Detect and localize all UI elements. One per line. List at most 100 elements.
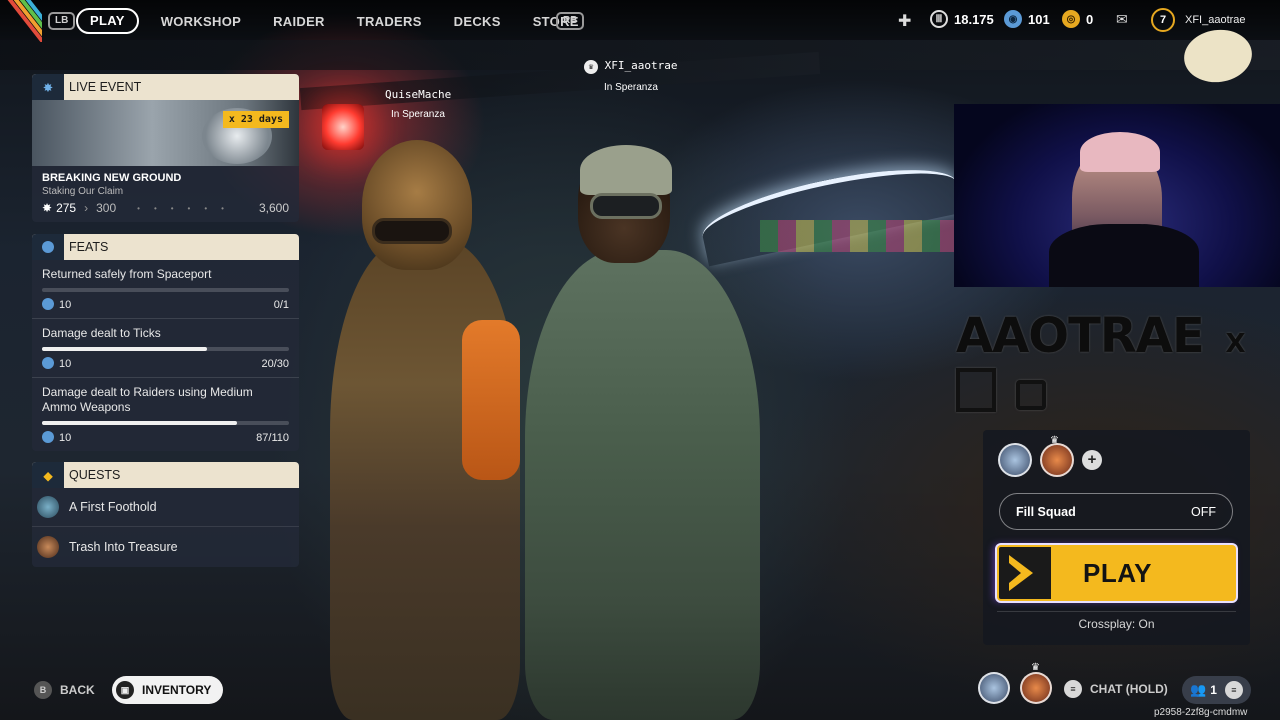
player-2-name: XFI_aaotrae xyxy=(604,59,678,72)
event-progress-next: 300 xyxy=(96,201,117,215)
reward-coin-icon xyxy=(42,431,54,443)
inventory-glyph-icon: ▣ xyxy=(116,681,134,699)
main-nav: PLAY WORKSHOP RAIDER TRADERS DECKS STORE xyxy=(76,8,579,34)
quest-item[interactable]: Trash Into Treasure xyxy=(32,527,299,566)
credits-icon: ◎ xyxy=(1062,10,1080,28)
squad-leader-avatar[interactable] xyxy=(1040,443,1074,477)
quests-header: ◆ QUESTS xyxy=(32,462,299,488)
squad-play-panel: ♛ + Fill Squad OFF PLAY Crossplay: On xyxy=(983,430,1250,645)
play-arrow-icon xyxy=(999,547,1051,599)
reward-coin-icon xyxy=(42,357,54,369)
party-button[interactable]: 👥 1 ≡ xyxy=(1182,676,1251,704)
crossplay-status: Crossplay: On xyxy=(1078,617,1155,631)
chat-button[interactable]: ≡ CHAT (HOLD) xyxy=(1064,680,1168,698)
feat-reward: 10 xyxy=(59,432,72,444)
quest-title: A First Foothold xyxy=(69,500,157,514)
currency-tokens: ◉ 101 xyxy=(1004,10,1050,28)
feat-progress-bar xyxy=(42,288,289,292)
player-2-location: In Speranza xyxy=(604,82,658,93)
days-remaining-badge: x 23 days xyxy=(222,111,289,128)
tab-traders[interactable]: TRADERS xyxy=(357,14,422,29)
live-event-panel[interactable]: ✸ LIVE EVENT x 23 days BREAKING NEW GROU… xyxy=(32,74,299,222)
menu-glyph-icon: ≡ xyxy=(1224,681,1243,699)
rb-bumper-hint: RB xyxy=(556,12,585,30)
feat-progress-bar xyxy=(42,347,289,351)
session-id: p2958-2zf8g-cmdmw xyxy=(1154,707,1248,718)
add-squad-member-button[interactable]: + xyxy=(1082,450,1102,470)
currency-coins: Ⅲ 18.175 xyxy=(930,10,994,28)
feats-header: FEATS xyxy=(32,234,299,260)
streamer-webcam xyxy=(954,104,1280,287)
feats-icon xyxy=(32,234,64,260)
feat-item[interactable]: Damage dealt to Raiders using Medium Amm… xyxy=(32,378,299,451)
back-button[interactable]: B BACK xyxy=(34,681,95,699)
feat-item[interactable]: Returned safely from Spaceport 10 0/1 xyxy=(32,260,299,319)
quest-diamond-icon: ◆ xyxy=(32,462,64,488)
b-button-glyph: B xyxy=(34,681,52,699)
chevron-right-icon: › xyxy=(84,201,89,215)
raider-character-left xyxy=(330,240,520,720)
tab-raider[interactable]: RAIDER xyxy=(273,14,325,29)
crown-icon: ♛ xyxy=(1031,662,1040,673)
people-icon: 👥 xyxy=(1190,682,1207,697)
inventory-button[interactable]: ▣ INVENTORY xyxy=(112,676,224,704)
live-event-banner-image: x 23 days xyxy=(32,100,299,166)
streamer-logo-sticker xyxy=(1180,25,1256,87)
lb-bumper-hint: LB xyxy=(48,12,76,30)
feat-title: Damage dealt to Raiders using Medium Amm… xyxy=(42,385,253,414)
username-label[interactable]: XFI_aaotrae xyxy=(1185,14,1246,26)
crown-icon: ♛ xyxy=(584,60,598,74)
feat-progress-text: 0/1 xyxy=(273,298,289,311)
squad-member-avatar[interactable] xyxy=(998,443,1032,477)
party-member-avatar[interactable] xyxy=(978,672,1010,704)
tab-decks[interactable]: DECKS xyxy=(454,14,501,29)
tab-play[interactable]: PLAY xyxy=(76,8,139,34)
quest-item[interactable]: A First Foothold xyxy=(32,488,299,527)
fill-squad-value: OFF xyxy=(1191,504,1216,519)
feat-progress-bar xyxy=(42,421,289,425)
coins-icon: Ⅲ xyxy=(930,10,948,28)
play-button-label: PLAY xyxy=(1083,558,1152,588)
event-progress-max: 3,600 xyxy=(258,201,289,215)
feat-progress-text: 87/110 xyxy=(256,431,289,444)
mail-icon[interactable]: ✉ xyxy=(1116,11,1128,28)
back-label: BACK xyxy=(60,683,95,697)
party-leader-avatar[interactable] xyxy=(1020,672,1052,704)
event-subtitle: Staking Our Claim xyxy=(42,186,124,197)
feats-panel: FEATS Returned safely from Spaceport 10 0… xyxy=(32,234,299,451)
reward-coin-icon xyxy=(42,298,54,310)
coins-value: 18.175 xyxy=(954,11,994,27)
tab-workshop[interactable]: WORKSHOP xyxy=(161,14,241,29)
token-icon: ◉ xyxy=(1004,10,1022,28)
event-progress-current: 275 xyxy=(56,201,77,215)
quests-title: QUESTS xyxy=(69,468,121,482)
stream-brand-overlay: AAOTRAE X xyxy=(956,308,1280,420)
fill-squad-toggle[interactable]: Fill Squad OFF xyxy=(999,493,1233,530)
progress-dots: •••••• xyxy=(137,203,238,213)
feat-reward: 10 xyxy=(59,358,72,370)
gift-icon[interactable]: ✚ xyxy=(898,11,911,31)
feat-item[interactable]: Damage dealt to Ticks 10 20/30 xyxy=(32,319,299,378)
nameplate-player-2: ♛ XFI_aaotrae In Speranza xyxy=(584,59,677,93)
feat-progress-text: 20/30 xyxy=(261,357,289,370)
quest-giver-avatar xyxy=(37,496,59,518)
tokens-value: 101 xyxy=(1028,11,1050,27)
live-event-header: ✸ LIVE EVENT xyxy=(32,74,299,100)
player-1-name: QuiseMache xyxy=(385,88,452,101)
event-progress-track: ✸ 275 › 300 •••••• 3,600 xyxy=(42,201,289,215)
quest-title: Trash Into Treasure xyxy=(69,539,178,554)
crown-icon: ♛ xyxy=(1050,435,1059,446)
live-event-title: LIVE EVENT xyxy=(69,80,142,94)
quests-panel: ◆ QUESTS A First Foothold Trash Into Tre… xyxy=(32,462,299,567)
nameplate-player-1: QuiseMache In Speranza xyxy=(385,88,451,120)
play-button[interactable]: PLAY xyxy=(997,545,1236,601)
menu-glyph-icon: ≡ xyxy=(1064,680,1082,698)
brand-name: AAOTRAE xyxy=(956,308,1205,364)
twitch-logo-icon xyxy=(1015,380,1046,410)
player-level-badge: 7 xyxy=(1151,8,1175,32)
currency-raider-credits: ◎ 0 xyxy=(1062,10,1093,28)
kick-logo-icon xyxy=(956,368,996,412)
party-count: 1 xyxy=(1210,683,1217,697)
player-1-location: In Speranza xyxy=(391,109,445,120)
feat-title: Damage dealt to Ticks xyxy=(42,326,161,340)
